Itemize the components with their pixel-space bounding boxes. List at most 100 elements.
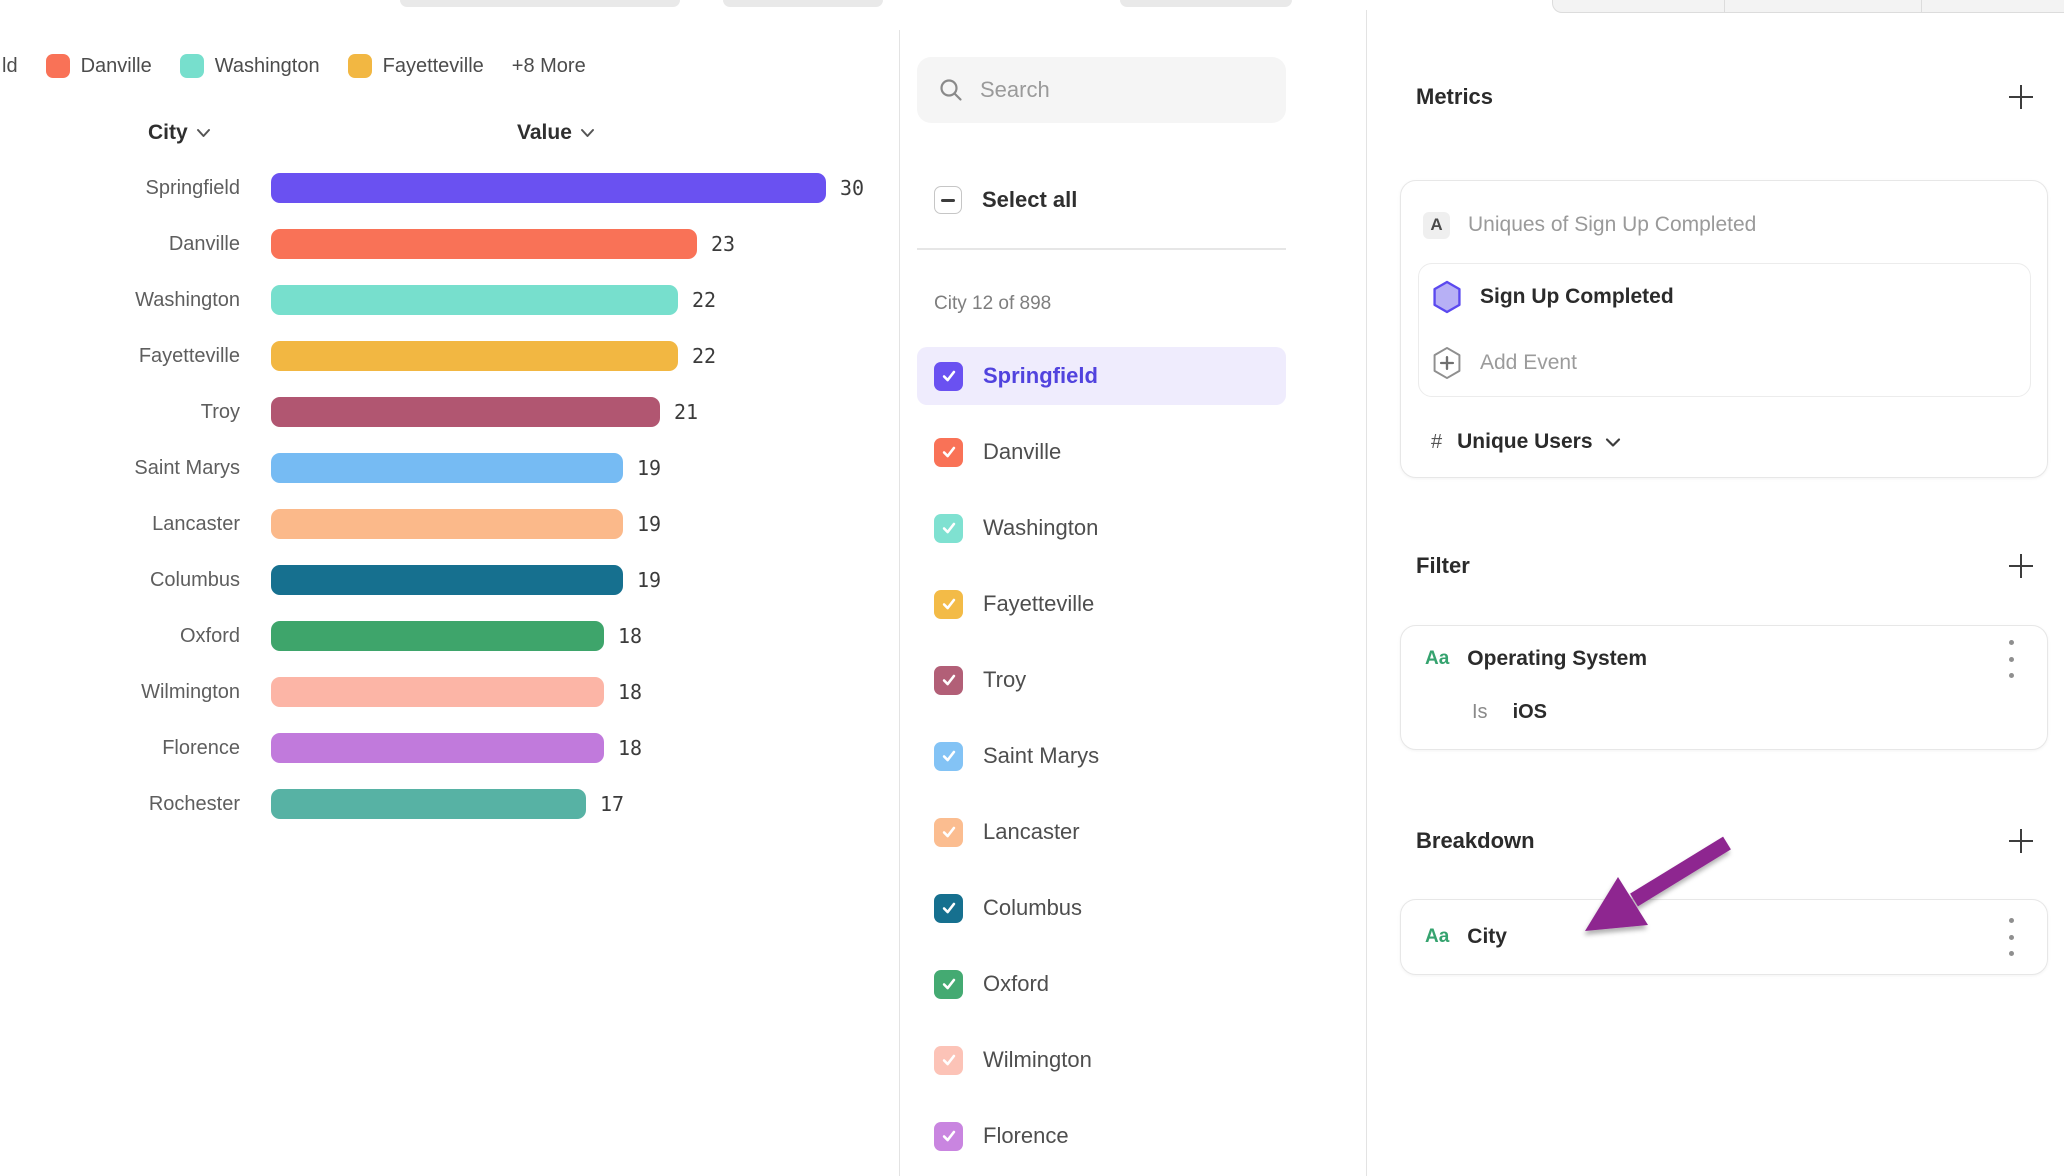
add-metric-button[interactable] <box>2008 84 2034 110</box>
analytics-app: ld Danville Washington Fayetteville +8 M… <box>0 0 2064 1176</box>
bar-value-label: 22 <box>692 288 716 312</box>
aggregation-selector[interactable]: # Unique Users <box>1431 411 2047 473</box>
breakdown-card[interactable]: Aa City <box>1400 899 2048 975</box>
text-type-icon: Aa <box>1425 926 1449 948</box>
bar-value-label: 19 <box>637 456 661 480</box>
city-checkbox[interactable] <box>934 818 963 847</box>
metric-card[interactable]: A Uniques of Sign Up Completed Sign Up C… <box>1400 180 2048 478</box>
bar[interactable] <box>271 733 604 763</box>
city-list-item[interactable]: Fayetteville <box>917 575 1286 633</box>
city-list-item[interactable]: Columbus <box>917 879 1286 937</box>
filter-section-header: Filter <box>1416 553 2048 579</box>
bar[interactable] <box>271 565 623 595</box>
checkmark-icon <box>940 671 958 689</box>
event-hexagon-icon <box>1431 280 1463 314</box>
checkmark-icon <box>940 367 958 385</box>
bar-category-label: Wilmington <box>0 681 240 704</box>
filter-kebab-menu[interactable] <box>2003 640 2019 678</box>
city-list-item[interactable]: Troy <box>917 651 1286 709</box>
bar[interactable] <box>271 397 660 427</box>
city-checkbox[interactable] <box>934 1046 963 1075</box>
legend-item[interactable]: Danville <box>46 54 152 78</box>
breakdown-property-row[interactable]: Aa City <box>1401 900 2047 974</box>
city-list-item[interactable]: Florence <box>917 1107 1286 1165</box>
bar[interactable] <box>271 621 604 651</box>
bar[interactable] <box>271 453 623 483</box>
add-event-row[interactable]: Add Event <box>1419 330 2030 396</box>
legend-item[interactable]: Fayetteville <box>348 54 484 78</box>
legend-swatch <box>348 54 372 78</box>
legend-item-clipped[interactable]: ld <box>2 55 18 78</box>
checkmark-icon <box>940 747 958 765</box>
filter-condition-row[interactable]: Is iOS <box>1472 692 2047 732</box>
city-checkbox[interactable] <box>934 894 963 923</box>
event-row[interactable]: Sign Up Completed <box>1419 264 2030 330</box>
panel-divider <box>899 30 900 1176</box>
city-checkbox[interactable] <box>934 742 963 771</box>
bar-value-label: 17 <box>600 792 624 816</box>
city-list-item[interactable]: Lancaster <box>917 803 1286 861</box>
bar-category-label: Springfield <box>0 177 240 200</box>
bar-category-label: Fayetteville <box>0 345 240 368</box>
city-checkbox[interactable] <box>934 1122 963 1151</box>
checkmark-icon <box>940 443 958 461</box>
breakdown-kebab-menu[interactable] <box>2003 918 2019 956</box>
city-list-item[interactable]: Wilmington <box>917 1031 1286 1089</box>
city-checkbox[interactable] <box>934 362 963 391</box>
city-label: Columbus <box>983 895 1082 921</box>
bar[interactable] <box>271 789 586 819</box>
column-header-value[interactable]: Value <box>517 121 595 145</box>
bar[interactable] <box>271 677 604 707</box>
chart-row: Fayetteville 22 <box>0 328 716 384</box>
city-list-item[interactable]: Springfield <box>917 347 1286 405</box>
metrics-heading: Metrics <box>1416 84 1493 110</box>
chart-row: Wilmington 18 <box>0 664 642 720</box>
city-checkbox[interactable] <box>934 666 963 695</box>
city-list-item[interactable]: Oxford <box>917 955 1286 1013</box>
bar[interactable] <box>271 229 697 259</box>
bar-value-label: 18 <box>618 736 642 760</box>
city-list-item[interactable]: Washington <box>917 499 1286 557</box>
bar[interactable] <box>271 341 678 371</box>
city-label: Washington <box>983 515 1098 541</box>
city-list-item[interactable]: Danville <box>917 423 1286 481</box>
metrics-section-header: Metrics <box>1416 84 2048 110</box>
top-toolbar-fragment <box>723 0 883 7</box>
checkmark-icon <box>940 823 958 841</box>
breakdown-heading: Breakdown <box>1416 828 1535 854</box>
select-all-checkbox[interactable] <box>934 186 962 214</box>
filter-value: iOS <box>1513 701 1547 724</box>
chart-row: Oxford 18 <box>0 608 642 664</box>
bar[interactable] <box>271 173 826 203</box>
legend-swatch <box>180 54 204 78</box>
panel-divider <box>1366 10 1367 1176</box>
filter-property-row[interactable]: Aa Operating System <box>1401 626 2047 692</box>
bar[interactable] <box>271 509 623 539</box>
metric-summary-row: A Uniques of Sign Up Completed <box>1423 193 2047 257</box>
chart-row: Rochester 17 <box>0 776 624 832</box>
bar[interactable] <box>271 285 678 315</box>
segment-count-label: City 12 of 898 <box>934 293 1051 315</box>
legend-item[interactable]: Washington <box>180 54 320 78</box>
add-breakdown-button[interactable] <box>2008 828 2034 854</box>
bar-value-label: 19 <box>637 512 661 536</box>
column-header-city[interactable]: City <box>148 121 211 145</box>
filter-heading: Filter <box>1416 553 1470 579</box>
city-checkbox[interactable] <box>934 590 963 619</box>
city-label: Wilmington <box>983 1047 1092 1073</box>
city-checkbox[interactable] <box>934 970 963 999</box>
city-list-item[interactable]: Saint Marys <box>917 727 1286 785</box>
add-filter-button[interactable] <box>2008 553 2034 579</box>
city-label: Saint Marys <box>983 743 1099 769</box>
bar-value-label: 30 <box>840 176 864 200</box>
bar-category-label: Oxford <box>0 625 240 648</box>
filter-card[interactable]: Aa Operating System Is iOS <box>1400 625 2048 750</box>
filter-property-name: Operating System <box>1467 647 1647 671</box>
bar-value-label: 23 <box>711 232 735 256</box>
city-checkbox[interactable] <box>934 438 963 467</box>
select-all-toggle[interactable]: Select all <box>934 186 1077 214</box>
checkmark-icon <box>940 899 958 917</box>
legend-more-button[interactable]: +8 More <box>512 55 586 78</box>
city-checkbox[interactable] <box>934 514 963 543</box>
search-input[interactable]: Search <box>917 57 1286 123</box>
